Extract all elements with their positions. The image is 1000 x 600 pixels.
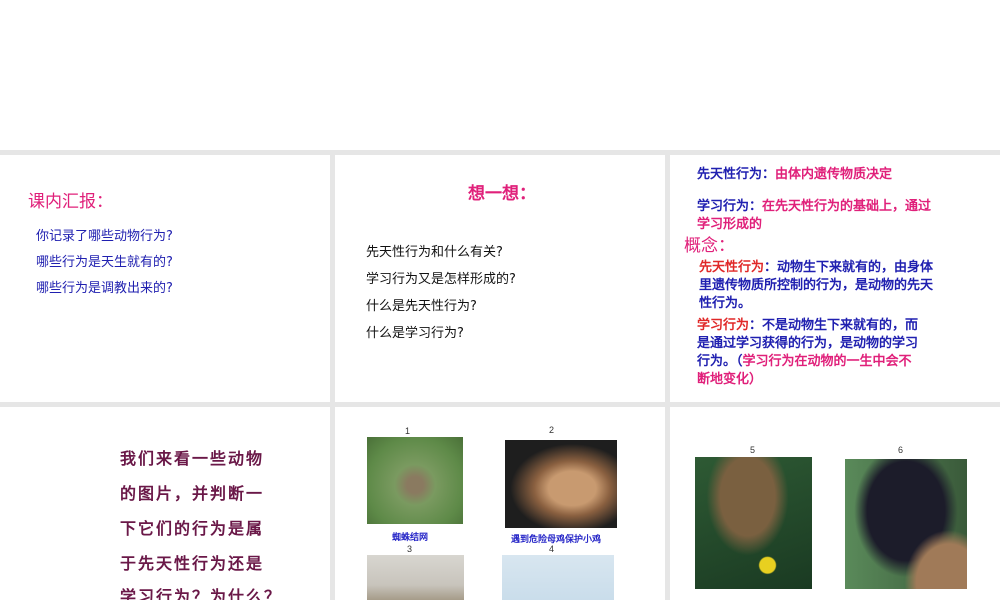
question-line: 哪些行为是天生就有的?	[36, 255, 173, 270]
prompt-line: 于先天性行为还是	[120, 554, 265, 573]
innate-summary: 先天性行为：由体内遗传物质决定	[697, 167, 893, 182]
chimpanzee-image	[845, 459, 967, 589]
hen-protecting-chicks-image	[505, 440, 617, 528]
slide-3[interactable]: 先天性行为：由体内遗传物质决定 学习行为：在先天性行为的基础上，通过 学习形成的…	[670, 155, 1000, 402]
question-line: 哪些行为是调教出来的?	[36, 281, 173, 296]
image-number: 5	[750, 445, 756, 455]
blank-header-area	[0, 0, 1000, 150]
slide-2[interactable]: 想一想： 先天性行为和什么有关? 学习行为又是怎样形成的? 什么是先天性行为? …	[335, 155, 665, 402]
question-line: 什么是学习行为?	[366, 326, 464, 341]
image-number: 4	[549, 544, 555, 554]
image-number: 1	[405, 426, 411, 436]
spider-web-image	[367, 437, 463, 524]
prompt-line: 下它们的行为是属	[120, 519, 265, 538]
prompt-line: 学习行为？为什么？	[120, 587, 283, 600]
image-caption: 遇到危险母鸡保护小鸡	[511, 535, 602, 545]
question-line: 学习行为又是怎样形成的?	[366, 272, 516, 287]
prompt-line: 我们来看一些动物	[120, 449, 265, 468]
slide-grid: 课内汇报： 你记录了哪些动物行为? 哪些行为是天生就有的? 哪些行为是调教出来的…	[0, 150, 1000, 600]
concept-title: 概念：	[684, 236, 735, 256]
learned-definition-cont: 行为。（学习行为在动物的一生中会不	[697, 354, 912, 369]
learned-definition-cont: 是通过学习获得的行为，是动物的学习	[697, 336, 919, 351]
slide-1[interactable]: 课内汇报： 你记录了哪些动物行为? 哪些行为是天生就有的? 哪些行为是调教出来的…	[0, 155, 330, 402]
sheep-image	[367, 555, 464, 600]
prompt-line: 的图片，并判断一	[120, 484, 265, 503]
innate-definition-cont: 里遗传物质所控制的行为，是动物的先天	[699, 278, 934, 293]
slide-5[interactable]: 1 蜘蛛结网 2 遇到危险母鸡保护小鸡 3 4	[335, 407, 665, 600]
slide-title: 课内汇报：	[28, 192, 113, 212]
innate-definition-cont: 性行为。	[699, 296, 752, 311]
slide-4[interactable]: 我们来看一些动物 的图片，并判断一 下它们的行为是属 于先天性行为还是 学习行为…	[0, 407, 330, 600]
image-number: 2	[549, 425, 555, 435]
slide-6[interactable]: 5 6	[670, 407, 1000, 600]
question-line: 先天性行为和什么有关?	[366, 245, 503, 260]
image-number: 6	[898, 445, 904, 455]
image-caption: 蜘蛛结网	[392, 533, 429, 543]
image-number: 3	[407, 544, 413, 554]
learned-definition: 学习行为：不是动物生下来就有的，而	[697, 318, 919, 333]
question-line: 你记录了哪些动物行为?	[36, 229, 173, 244]
learned-summary-cont: 学习形成的	[697, 217, 763, 232]
innate-definition: 先天性行为：动物生下来就有的，由身体	[699, 260, 934, 275]
question-line: 什么是先天性行为?	[366, 299, 477, 314]
flying-birds-image	[502, 555, 614, 600]
weaver-bird-nest-image	[695, 457, 812, 589]
slide-title: 想一想：	[468, 184, 536, 204]
learned-summary: 学习行为：在先天性行为的基础上，通过	[697, 199, 932, 214]
learned-definition-cont: 断地变化）	[697, 372, 763, 387]
